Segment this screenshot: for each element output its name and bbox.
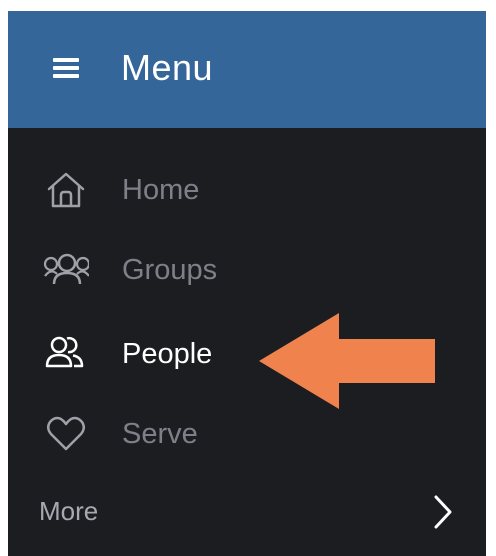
hamburger-icon[interactable] [53, 56, 79, 78]
nav-item-label: Serve [122, 418, 198, 450]
nav-item-label: Groups [122, 254, 218, 286]
side-menu-panel: Menu Home Groups People Serve More [8, 11, 486, 556]
menu-title: Menu [121, 47, 214, 88]
nav-item-groups[interactable]: Groups [8, 236, 486, 306]
heart-icon [47, 416, 85, 451]
people-icon [45, 336, 84, 368]
nav-item-label: Home [122, 174, 200, 206]
more-label: More [39, 496, 99, 526]
arrow-left-icon [259, 313, 435, 409]
nav-item-label: People [122, 338, 213, 370]
groups-icon [43, 253, 89, 285]
nav-item-home[interactable]: Home [8, 156, 486, 226]
menu-header[interactable]: Menu [8, 11, 486, 128]
nav-item-more[interactable]: More [8, 477, 486, 547]
chevron-right-icon [434, 495, 452, 529]
home-icon [47, 172, 85, 208]
